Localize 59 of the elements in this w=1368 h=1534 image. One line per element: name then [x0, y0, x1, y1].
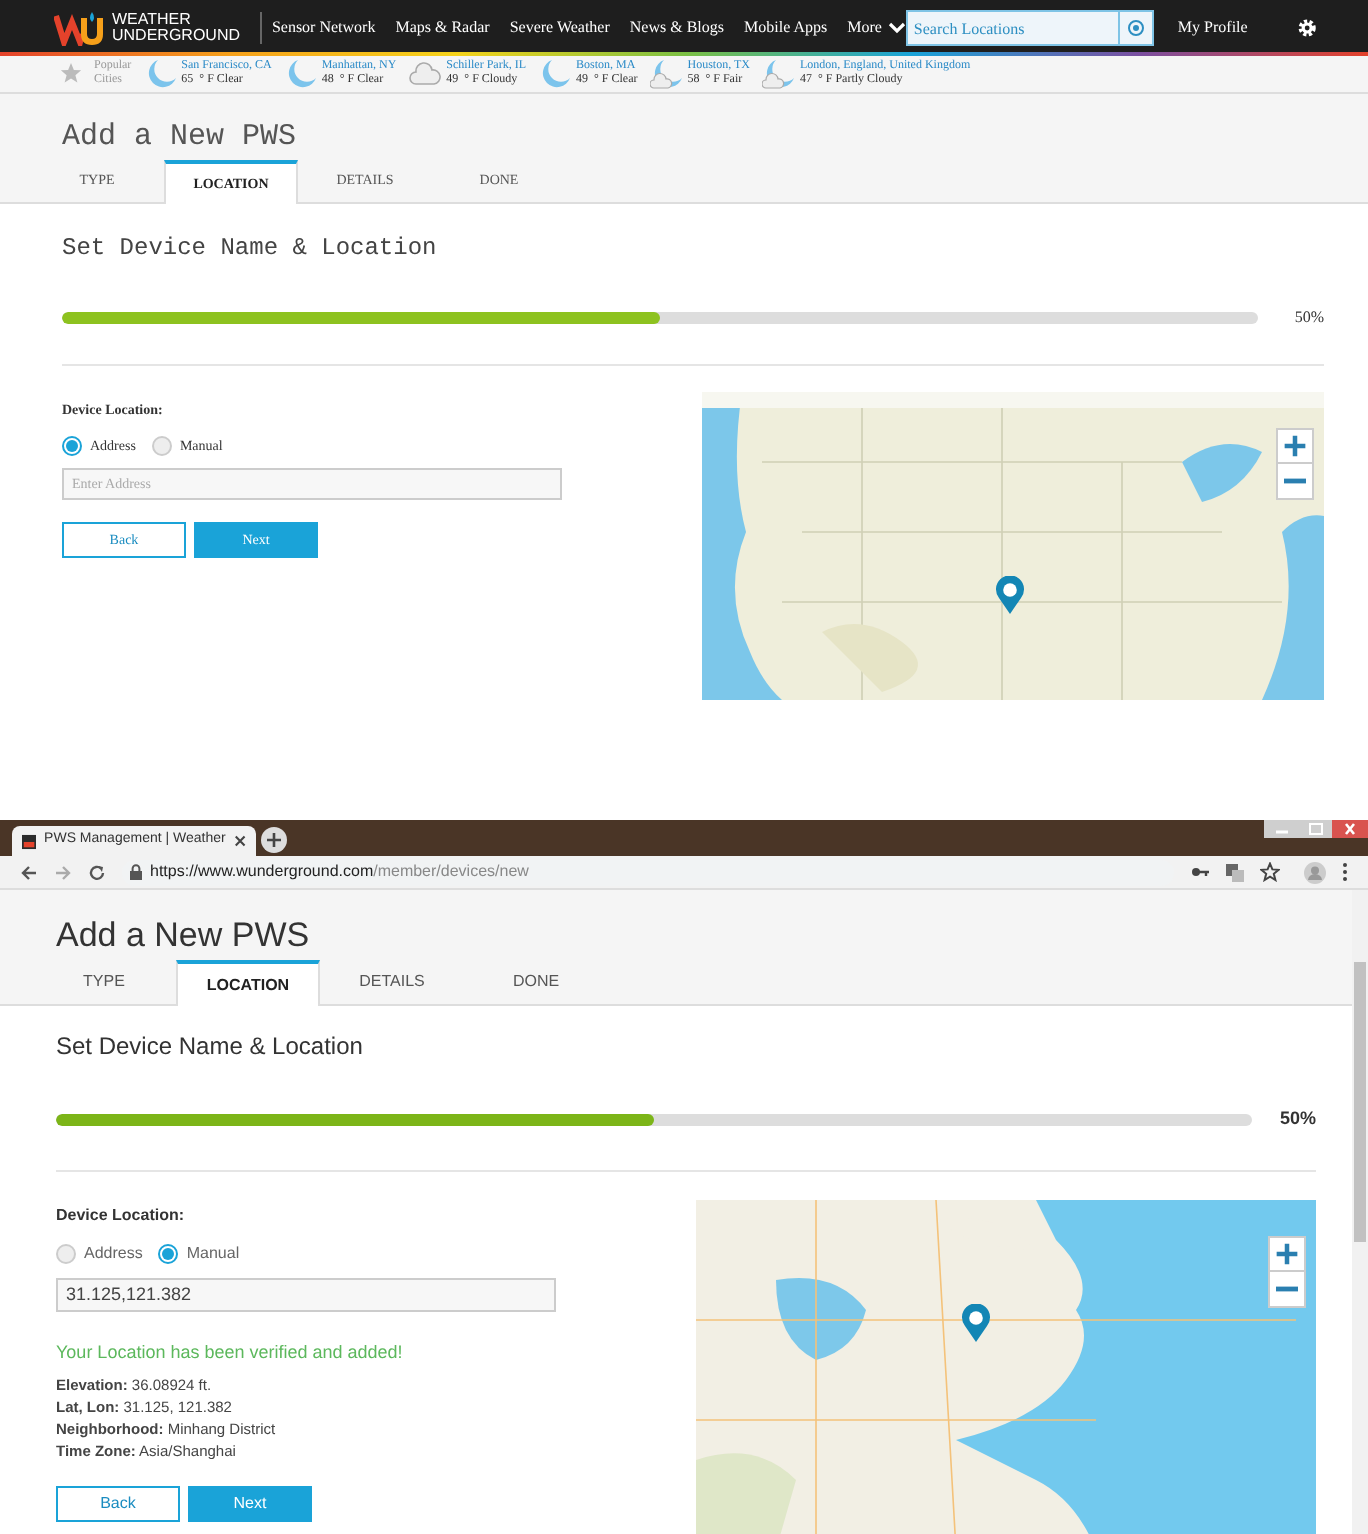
reload-icon[interactable]: [88, 863, 106, 881]
radio-button[interactable]: [158, 1243, 179, 1263]
nav-link[interactable]: Severe Weather: [509, 16, 610, 41]
moon-icon: [538, 57, 572, 90]
back-arrow-icon[interactable]: [20, 863, 38, 881]
step-tab[interactable]: TYPE: [32, 958, 176, 1004]
logo-text: WEATHER: [112, 12, 191, 29]
page-title: Add a New PWS: [56, 914, 312, 958]
step-tab[interactable]: DONE: [464, 958, 608, 1004]
map-pin-icon: [994, 576, 1026, 616]
lock-icon: [130, 864, 142, 880]
url-text: https://www.wunderground.com/member/devices/new: [150, 860, 529, 884]
favicon-icon: [22, 833, 37, 849]
profile-link[interactable]: My Profile: [1177, 16, 1248, 41]
locate-button[interactable]: [1117, 10, 1154, 47]
nav-link[interactable]: More: [847, 16, 906, 41]
close-icon[interactable]: [233, 834, 246, 848]
moon-icon: [283, 57, 318, 90]
close-window-button[interactable]: [1332, 820, 1368, 838]
key-icon[interactable]: [1190, 864, 1210, 880]
locate-icon: [1125, 18, 1146, 39]
address-field[interactable]: 31.125,121.382: [56, 1277, 556, 1311]
logo-text: UNDERGROUND: [112, 28, 240, 45]
profile-avatar-icon[interactable]: [1304, 861, 1326, 883]
scrollbar[interactable]: [1352, 890, 1368, 1534]
star-icon[interactable]: [60, 62, 82, 85]
nav-link[interactable]: News & Blogs: [629, 16, 725, 41]
nav-link[interactable]: Sensor Network: [271, 16, 376, 41]
nav-link[interactable]: Maps & Radar: [395, 16, 490, 41]
chevron-down-icon: [887, 22, 906, 35]
settings-icon[interactable]: [1295, 16, 1318, 41]
radio-label: Address: [84, 1241, 143, 1265]
progress-label: 50%: [1294, 306, 1324, 330]
moon-icon: [143, 57, 178, 90]
radio-button[interactable]: [56, 1243, 76, 1263]
zoom-in-button[interactable]: [1278, 430, 1312, 464]
page-title: Add a New PWS: [62, 119, 299, 156]
progress-label: 50%: [1279, 1106, 1316, 1132]
step-tab[interactable]: DETAILS: [320, 958, 464, 1004]
radio-label: Manual: [186, 1241, 240, 1265]
map-pin-icon: [960, 1303, 992, 1343]
success-message: Your Location has been verified and added!: [56, 1339, 405, 1365]
field-label: Device Location:: [56, 1203, 187, 1227]
radio-button[interactable]: [62, 435, 82, 456]
section-title: Set Device Name & Location: [56, 1030, 365, 1064]
step-tab[interactable]: LOCATION: [176, 960, 320, 1006]
back-button[interactable]: Back: [56, 1486, 180, 1522]
radio-button[interactable]: [151, 435, 172, 456]
scrollbar-thumb[interactable]: [1354, 962, 1366, 1242]
translate-icon[interactable]: [1226, 863, 1244, 881]
cloud-icon: [408, 61, 443, 86]
logo-icon: [54, 10, 106, 47]
nav-link[interactable]: Mobile Apps: [744, 16, 828, 41]
new-tab-button[interactable]: [260, 826, 288, 854]
bookmark-star-icon[interactable]: [1260, 862, 1280, 882]
section-title: Set Device Name & Location: [62, 232, 439, 266]
menu-icon[interactable]: [1342, 862, 1348, 882]
zoom-in-button[interactable]: [1270, 1237, 1304, 1271]
search-field[interactable]: Search Locations: [905, 10, 1118, 47]
